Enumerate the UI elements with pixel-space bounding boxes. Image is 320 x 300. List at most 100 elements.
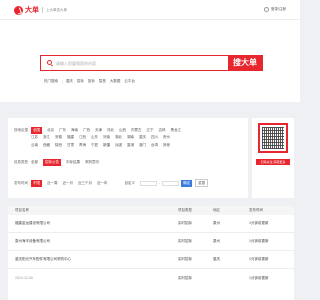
user-icon	[264, 7, 270, 12]
row-time: 1分钟前更新	[249, 221, 269, 225]
table-header: 项目名称 项目类型 地区 发布时间	[8, 206, 294, 215]
region-option[interactable]: 广东	[59, 128, 66, 133]
time-option[interactable]: 近三个月	[78, 181, 92, 186]
hot-link[interactable]: 智慧	[99, 79, 106, 84]
region-option[interactable]: 香港	[127, 143, 134, 148]
hot-search-label: 热门搜索	[44, 79, 58, 83]
row-type: 实时招标	[178, 239, 192, 243]
region-option[interactable]: 吉林	[159, 128, 166, 133]
custom-date-label: 自定义	[124, 180, 136, 185]
type-filter-label: 信息类型	[14, 160, 28, 164]
row-name[interactable]: 泉州海丰设备有限公司	[8, 239, 178, 244]
region-option[interactable]: 甘肃	[67, 143, 74, 148]
logo-divider	[42, 7, 43, 13]
row-type: 实时招标	[178, 275, 192, 280]
region-option[interactable]: 澳门	[139, 143, 146, 148]
region-option[interactable]: 四川	[151, 135, 158, 140]
region-option[interactable]: 云南	[31, 143, 38, 148]
region-option[interactable]: 福建	[67, 135, 74, 140]
search-input[interactable]	[56, 58, 216, 68]
results-table: 项目名称 项目类型 地区 发布时间 福建金龙建设有限公司 实时招标 泉州 1分钟…	[8, 206, 294, 300]
table-row[interactable]: 重庆阳光汽车配件有限公司采购中心 实时招标 重庆 1分钟前更新	[8, 251, 294, 269]
region-option[interactable]: 安徽	[55, 135, 62, 140]
table-row[interactable]: 泉州海丰设备有限公司 实时招标 泉州 1分钟前更新	[8, 233, 294, 251]
hot-link[interactable]: 重庆	[66, 79, 73, 84]
row-name[interactable]: 福建金龙建设有限公司	[8, 221, 178, 226]
region-option[interactable]: 黑龙江	[171, 128, 182, 133]
time-option[interactable]: 近一周	[47, 181, 58, 186]
region-option[interactable]: 陕西	[55, 143, 62, 148]
row-time: 1分钟前更新	[249, 239, 269, 243]
row-region: 泉州	[213, 221, 220, 225]
qr-caption: 扫码关注 获取更多	[256, 159, 290, 165]
type-option[interactable]: 采购意向	[85, 160, 99, 165]
row-region: 重庆	[213, 257, 220, 261]
region-option[interactable]: 北京	[47, 128, 54, 133]
search-bar: 搜大单	[40, 54, 263, 71]
region-filter-row-2: 江苏 浙江 安徽 福建 江西 山东 河南 湖北 湖南 重庆 四川 贵州	[31, 135, 175, 140]
region-option[interactable]: 江苏	[31, 135, 38, 140]
qr-code-icon	[258, 123, 288, 153]
apply-date-button[interactable]: 确定	[181, 179, 193, 187]
hot-link[interactable]: 云平台	[124, 79, 135, 84]
region-option[interactable]: 兵团	[115, 143, 122, 148]
site-logo[interactable]: 大单 上大单查大单	[14, 5, 67, 15]
table-row[interactable]: 福建金龙建设有限公司 实时招标 泉州 1分钟前更新	[8, 215, 294, 233]
region-option[interactable]: 海南	[71, 128, 78, 133]
time-option[interactable]: 近一年	[97, 181, 108, 186]
reset-date-button[interactable]: 重置	[195, 179, 209, 187]
column-header-time: 发布时间	[249, 208, 263, 212]
filter-panel: 按地区搜 全国 北京 广东 海南 广西 天津 河北 山西 内蒙古 辽宁 吉林 黑…	[8, 118, 248, 198]
logo-icon	[14, 5, 23, 15]
region-option[interactable]: 西藏	[43, 143, 50, 148]
type-option[interactable]: 中标结果	[66, 160, 80, 165]
region-option[interactable]: 台湾	[151, 143, 158, 148]
login-link[interactable]: 登录/注册	[264, 7, 286, 12]
date-separator: -	[159, 181, 161, 185]
row-type: 实时招标	[178, 221, 192, 225]
region-option[interactable]: 山西	[119, 128, 126, 133]
region-filter-label: 按地区搜	[14, 128, 28, 132]
region-filter-row-3: 云南 西藏 陕西 甘肃 青海 宁夏 新疆 兵团 香港 澳门 台湾 其他	[31, 143, 175, 148]
row-date: 2024-12-06	[15, 276, 33, 280]
region-option[interactable]: 辽宁	[147, 128, 154, 133]
region-option[interactable]: 河南	[103, 135, 110, 140]
hot-link[interactable]: 招标	[77, 79, 84, 84]
region-option[interactable]: 浙江	[43, 135, 50, 140]
logo-slogan: 上大单查大单	[46, 7, 67, 12]
hero-search-section: 搜大单 热门搜索 | 重庆 招标 投标 智慧 大数据 云平台	[0, 20, 300, 102]
time-option[interactable]: 不限	[31, 179, 42, 187]
search-button[interactable]: 搜大单	[227, 54, 263, 71]
region-option[interactable]: 广西	[83, 128, 90, 133]
region-option[interactable]: 宁夏	[91, 143, 98, 148]
region-option[interactable]: 湖南	[127, 135, 134, 140]
region-option[interactable]: 内蒙古	[131, 128, 142, 133]
region-option[interactable]: 山东	[91, 135, 98, 140]
start-date-input[interactable]	[140, 180, 157, 186]
column-header-name: 项目名称	[15, 208, 29, 212]
hot-link[interactable]: 大数据	[110, 79, 121, 84]
region-option[interactable]: 全国	[31, 127, 42, 134]
region-option[interactable]: 湖北	[115, 135, 122, 140]
type-option[interactable]: 招标公告	[43, 159, 61, 166]
row-type: 实时招标	[178, 257, 192, 261]
table-row[interactable]: 2024-12-06 实时招标 1分钟前更新	[8, 269, 294, 287]
region-option[interactable]: 其他	[163, 143, 170, 148]
region-filter-row: 按地区搜 全国 北京 广东 海南 广西 天津 河北 山西 内蒙古 辽宁 吉林 黑…	[14, 127, 186, 134]
region-option[interactable]: 贵州	[163, 135, 170, 140]
region-option[interactable]: 新疆	[103, 143, 110, 148]
time-option[interactable]: 近一月	[63, 181, 74, 186]
type-option[interactable]: 全部	[31, 160, 38, 165]
row-name[interactable]: 重庆阳光汽车配件有限公司采购中心	[8, 257, 178, 262]
region-option[interactable]: 河北	[107, 128, 114, 133]
region-option[interactable]: 青海	[79, 143, 86, 148]
row-time: 1分钟前更新	[249, 275, 269, 280]
hot-link[interactable]: 投标	[88, 79, 95, 84]
login-label: 登录/注册	[271, 7, 286, 11]
end-date-input[interactable]	[162, 180, 180, 186]
region-option[interactable]: 江西	[79, 135, 86, 140]
region-option[interactable]: 天津	[95, 128, 102, 133]
region-option[interactable]: 重庆	[139, 135, 146, 140]
column-header-type: 项目类型	[178, 208, 192, 212]
type-filter-row: 信息类型 全部 招标公告 中标结果 采购意向	[14, 159, 104, 166]
